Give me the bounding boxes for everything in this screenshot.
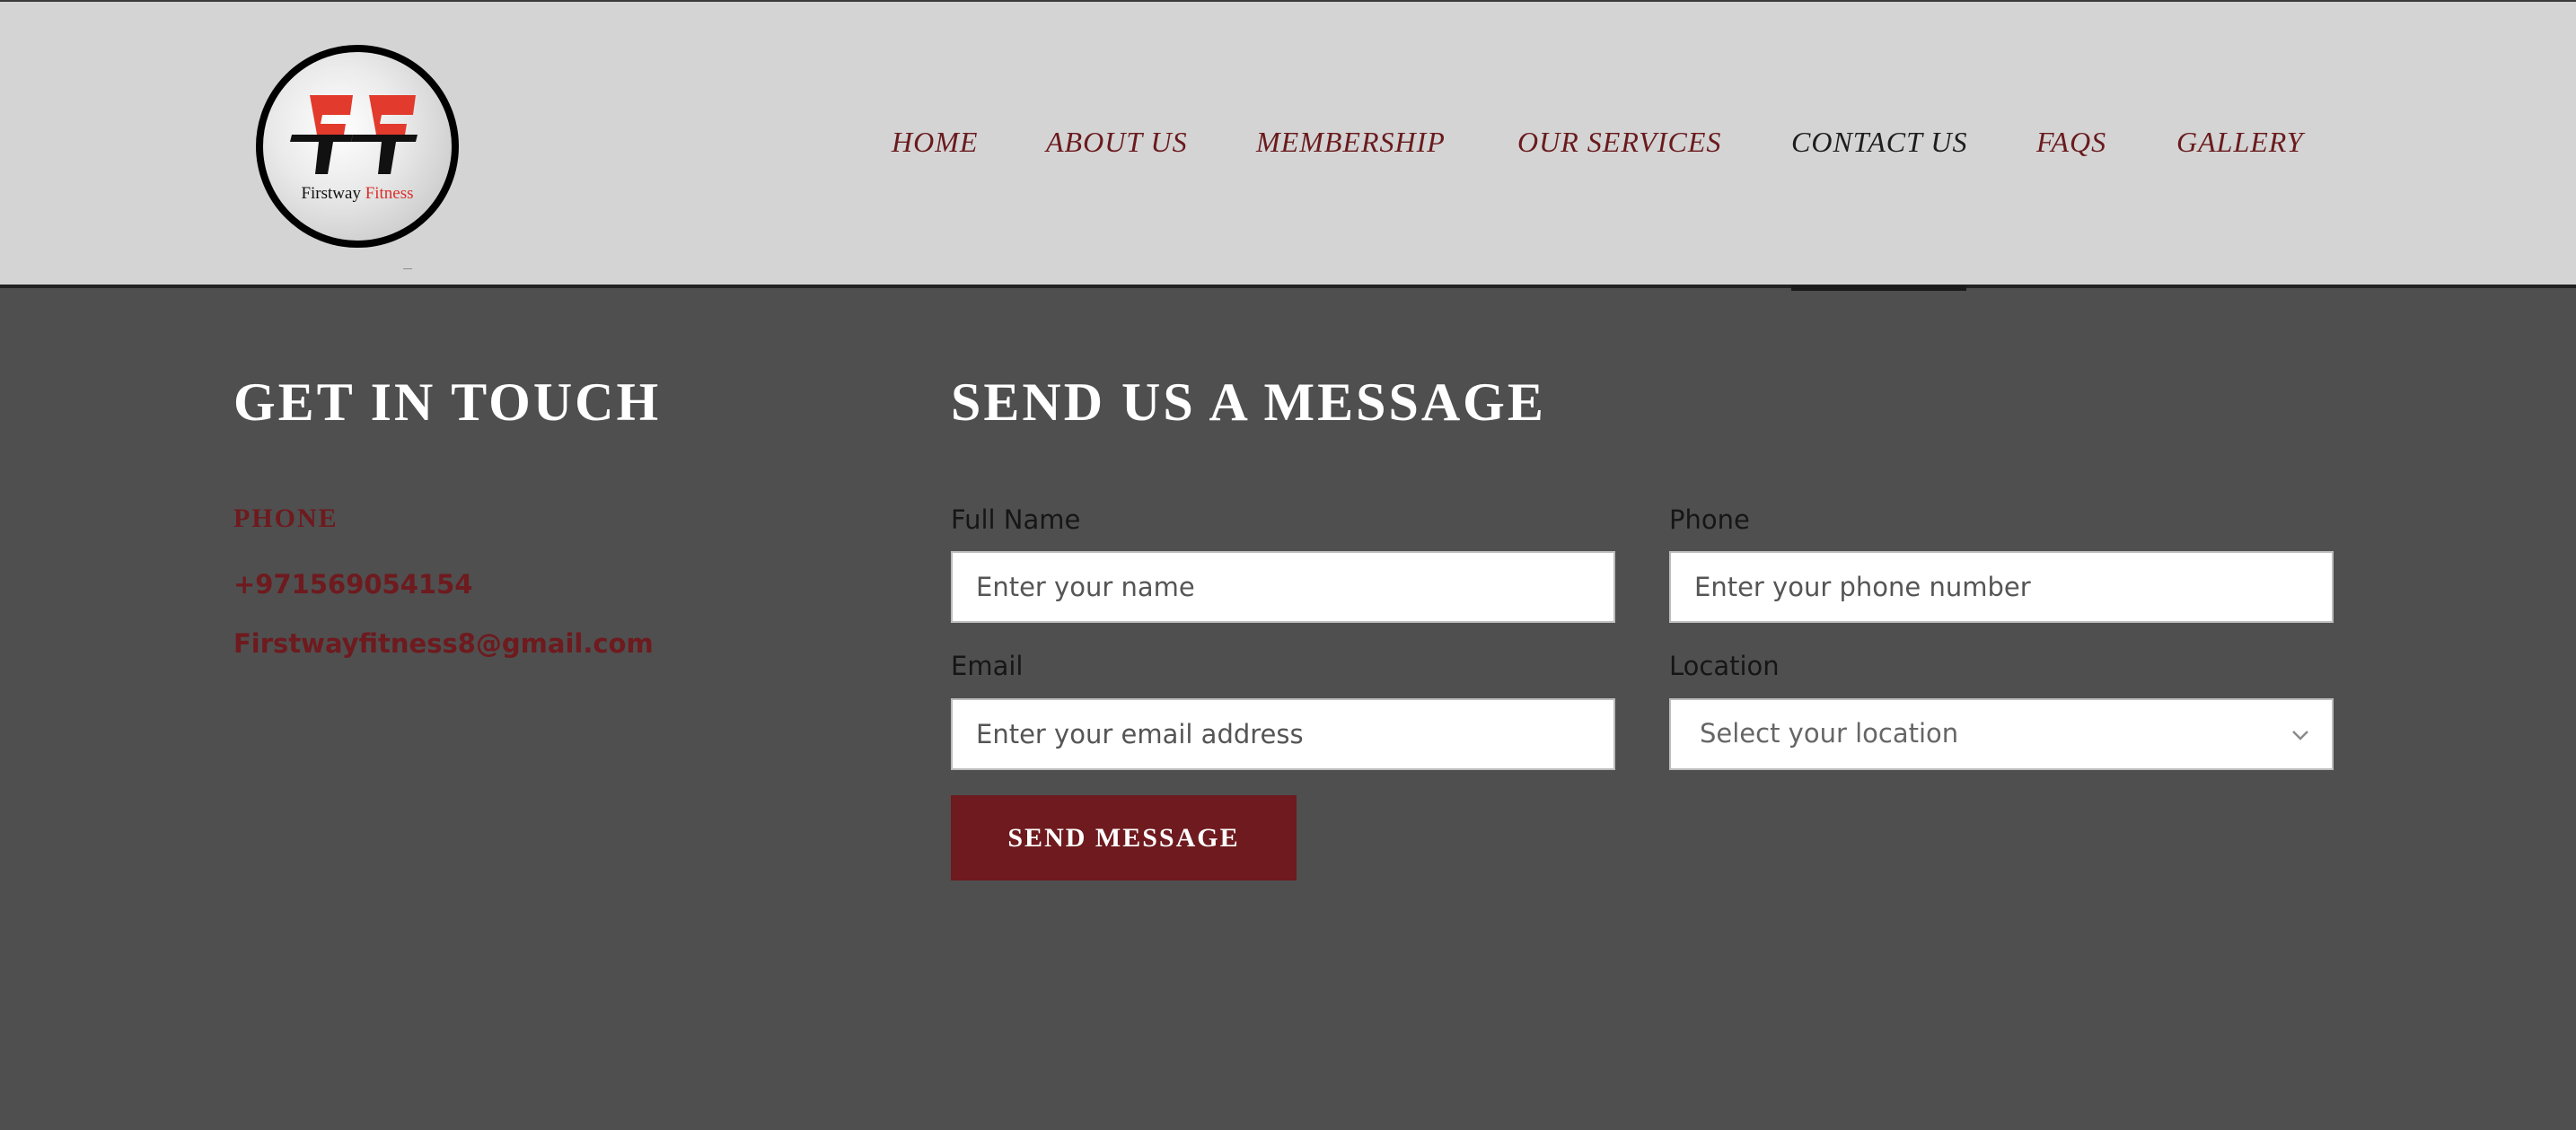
location-select[interactable]: Select your location [1669, 698, 2334, 770]
get-in-touch-heading: GET IN TOUCH [233, 372, 662, 432]
full-name-input[interactable] [951, 551, 1615, 623]
email-field-label: Email [951, 651, 1024, 681]
site-logo[interactable]: Firstway Fitness [256, 45, 459, 248]
nav-contact-us[interactable]: CONTACT US [1791, 126, 1967, 159]
site-header: Firstway Fitness HOME ABOUT US MEMBERSHI… [0, 0, 2576, 291]
send-message-heading: SEND US A MESSAGE [951, 372, 1546, 432]
ff-monogram-icon [290, 95, 418, 174]
full-name-label: Full Name [951, 504, 1081, 535]
active-nav-indicator [1791, 285, 1966, 291]
nav-home[interactable]: HOME [892, 126, 978, 159]
phone-input[interactable] [1669, 551, 2334, 623]
divider [403, 268, 412, 269]
phone-label: PHONE [233, 504, 338, 533]
phone-number[interactable]: +971569054154 [233, 569, 472, 600]
email-address[interactable]: Firstwayfitness8@gmail.com [233, 628, 654, 659]
nav-membership[interactable]: MEMBERSHIP [1256, 126, 1446, 159]
phone-field-label: Phone [1669, 504, 1750, 535]
logo-wordmark: Firstway Fitness [301, 184, 414, 203]
nav-faqs[interactable]: FAQS [2036, 126, 2106, 159]
nav-our-services[interactable]: OUR SERVICES [1517, 126, 1721, 159]
location-label: Location [1669, 651, 1780, 681]
location-selected-value: Select your location [1700, 718, 1959, 749]
send-message-button[interactable]: SEND MESSAGE [951, 795, 1297, 880]
chevron-down-icon [2292, 731, 2308, 740]
email-input[interactable] [951, 698, 1615, 770]
nav-gallery[interactable]: GALLERY [2176, 126, 2304, 159]
nav-about-us[interactable]: ABOUT US [1046, 126, 1188, 159]
